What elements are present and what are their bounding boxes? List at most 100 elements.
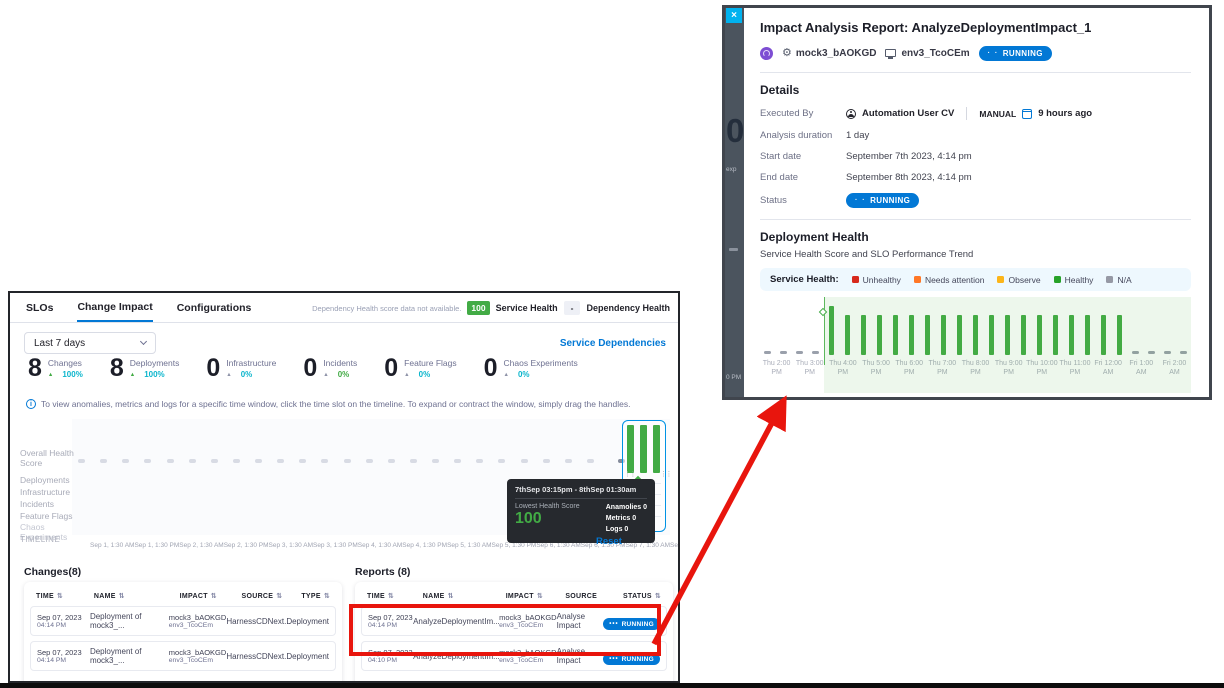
calendar-icon	[1022, 109, 1032, 119]
tab-slos[interactable]: SLOs	[26, 293, 53, 322]
table-row[interactable]: Sep 07, 202304:14 PMAnalyzeDeploymentIm.…	[361, 606, 667, 636]
na-dash	[780, 351, 787, 355]
na-slot[interactable]	[776, 303, 792, 355]
service-name[interactable]: mock3_bAOKGD	[796, 48, 877, 59]
health-score-bar[interactable]	[653, 425, 660, 473]
status-badge: •••RUNNING	[603, 618, 660, 630]
service-health-label: Service Health	[496, 303, 558, 313]
health-score-bar[interactable]	[640, 425, 647, 473]
health-score-na-dash	[432, 459, 439, 463]
time-range-value: Last 7 days	[34, 338, 85, 349]
service-health-legend: Service Health: UnhealthyNeeds attention…	[760, 268, 1191, 291]
duration-value: 1 day	[846, 130, 869, 141]
timeline-row-label: Deployments	[20, 475, 76, 485]
tab-change-impact[interactable]: Change Impact	[77, 293, 152, 322]
trend-percent: 0%	[518, 370, 530, 379]
metric-chaos-experiments: 0Chaos Experiments▲0%	[484, 356, 578, 381]
table-row[interactable]: Sep 07, 202304:14 PMDeployment of mock3_…	[30, 641, 336, 671]
cell-time: Sep 07, 202304:14 PM	[37, 648, 90, 664]
cell-name: Deployment of mock3_...	[90, 612, 169, 630]
divider	[966, 107, 967, 120]
health-score-na-dash	[100, 459, 107, 463]
reset-window-button[interactable]: Reset	[596, 536, 622, 547]
legend-swatch	[914, 276, 921, 283]
legend-title: Service Health:	[770, 274, 839, 285]
deployment-health-chart: Thu 2:00 PMThu 3:00 PMThu 4:00 PMThu 5:0…	[760, 303, 1191, 383]
time-range-dropdown[interactable]: Last 7 days	[24, 332, 156, 354]
gear-icon: ⚙	[782, 48, 792, 59]
metric-value: 0	[303, 356, 317, 381]
health-score-na-dash	[410, 459, 417, 463]
na-slot[interactable]	[792, 303, 808, 355]
health-score-na-dashes	[78, 459, 594, 463]
service-dependencies-link[interactable]: Service Dependencies	[560, 338, 666, 349]
sort-icon[interactable]: ⇅	[211, 592, 217, 600]
trend-arrow-icon: ▲	[323, 372, 328, 378]
status-badge: •••RUNNING	[603, 653, 660, 665]
sort-icon[interactable]: ⇅	[537, 592, 543, 600]
impact-environment: env3_TcoCEm	[169, 657, 227, 664]
metric-label: Infrastructure	[226, 358, 276, 368]
column-label: SOURCE	[242, 593, 274, 600]
metric-trend: ▲0%	[226, 370, 276, 379]
start-date-value: September 7th 2023, 4:14 pm	[846, 151, 972, 162]
column-header-status: STATUS⇅	[623, 592, 661, 600]
impact-service: mock3_bAOKGD	[169, 613, 227, 622]
metric-value: 8	[110, 356, 124, 381]
close-drawer-button[interactable]: ×	[726, 8, 742, 23]
duration-label: Analysis duration	[760, 130, 846, 141]
cell-name: AnalyzeDeploymentIm...	[413, 617, 499, 626]
metric-label: Deployments	[130, 358, 180, 368]
table-row[interactable]: Sep 07, 202304:10 PMAnalyzeDeploymentIm.…	[361, 641, 667, 671]
metric-col: Deployments▲100%	[130, 358, 180, 379]
health-score-na-dash	[321, 459, 328, 463]
window-drag-handle-right[interactable]: ⋮⋮	[660, 471, 671, 478]
tab-configurations[interactable]: Configurations	[177, 293, 252, 322]
sort-icon[interactable]: ⇅	[57, 592, 63, 600]
cell-type: Deployment	[286, 652, 329, 661]
x-axis-label: Thu 2:00 PM	[760, 359, 793, 377]
timeline-axis-label: Sep 6, 1:30 AM	[536, 542, 580, 549]
sort-icon[interactable]: ⇅	[448, 592, 454, 600]
health-score-na-dash	[565, 459, 572, 463]
tooltip-stats: Anamolies 0Metrics 0Logs 0	[606, 503, 647, 536]
cell-name: AnalyzeDeploymentIm...	[413, 652, 499, 661]
timeline-axis-labels: Sep 1, 1:30 AMSep 1, 1:30 PMSep 2, 1:30 …	[90, 542, 668, 549]
column-header-impact: IMPACT⇅	[180, 592, 242, 600]
spinner-dots-icon: •••	[609, 621, 618, 627]
environment-name[interactable]: env3_TcoCEm	[901, 48, 969, 59]
sort-icon[interactable]: ⇅	[388, 592, 394, 600]
table-header-row: TIME⇅NAME⇅IMPACT⇅SOURCE⇅TYPE⇅	[30, 590, 336, 606]
timeline-axis-label: Sep 3, 1:30 PM	[313, 542, 358, 549]
trend-arrow-icon: ▲	[48, 372, 53, 378]
time-date: Sep 07, 2023	[368, 613, 413, 622]
legend-label: Needs attention	[925, 275, 985, 285]
lowest-health-score-value: 100	[515, 510, 580, 528]
impact-environment: env3_TcoCEm	[499, 622, 557, 629]
sort-icon[interactable]: ⇅	[119, 592, 125, 600]
change-metrics-row: 8Changes▲100%8Deployments▲100%0Infrastru…	[28, 356, 670, 381]
lowest-health-score-label: Lowest Health Score	[515, 503, 580, 510]
health-score-na-dash	[189, 459, 196, 463]
legend-item-needs-attention: Needs attention	[914, 275, 985, 285]
timeline-row-label: Overall Health Score	[20, 448, 76, 468]
column-header-name: NAME⇅	[94, 592, 180, 600]
timeline-axis-title: TIMELINE	[20, 535, 60, 544]
health-score-na-dash	[122, 459, 129, 463]
cell-impact: mock3_bAOKGDenv3_TcoCEm	[499, 613, 557, 629]
legend-swatch	[1106, 276, 1113, 283]
health-score-bar[interactable]	[627, 425, 634, 473]
metric-label: Chaos Experiments	[504, 358, 578, 368]
na-slot[interactable]	[760, 303, 776, 355]
trend-percent: 100%	[144, 370, 164, 379]
sort-icon[interactable]: ⇅	[276, 592, 282, 600]
cell-impact: mock3_bAOKGDenv3_TcoCEm	[169, 648, 227, 664]
table-header-row: TIME⇅NAME⇅IMPACT⇅SOURCESTATUS⇅	[361, 590, 667, 606]
sort-icon[interactable]: ⇅	[324, 592, 330, 600]
timeline-axis-label: Sep 2, 1:30 PM	[224, 542, 269, 549]
window-drag-handle-left[interactable]: ⋮⋮	[624, 471, 635, 478]
sort-icon[interactable]: ⇅	[655, 592, 661, 600]
table-row[interactable]: Sep 07, 202304:14 PMDeployment of mock3_…	[30, 606, 336, 636]
time-date: Sep 07, 2023	[368, 648, 413, 657]
tooltip-stat: Metrics 0	[606, 514, 647, 525]
